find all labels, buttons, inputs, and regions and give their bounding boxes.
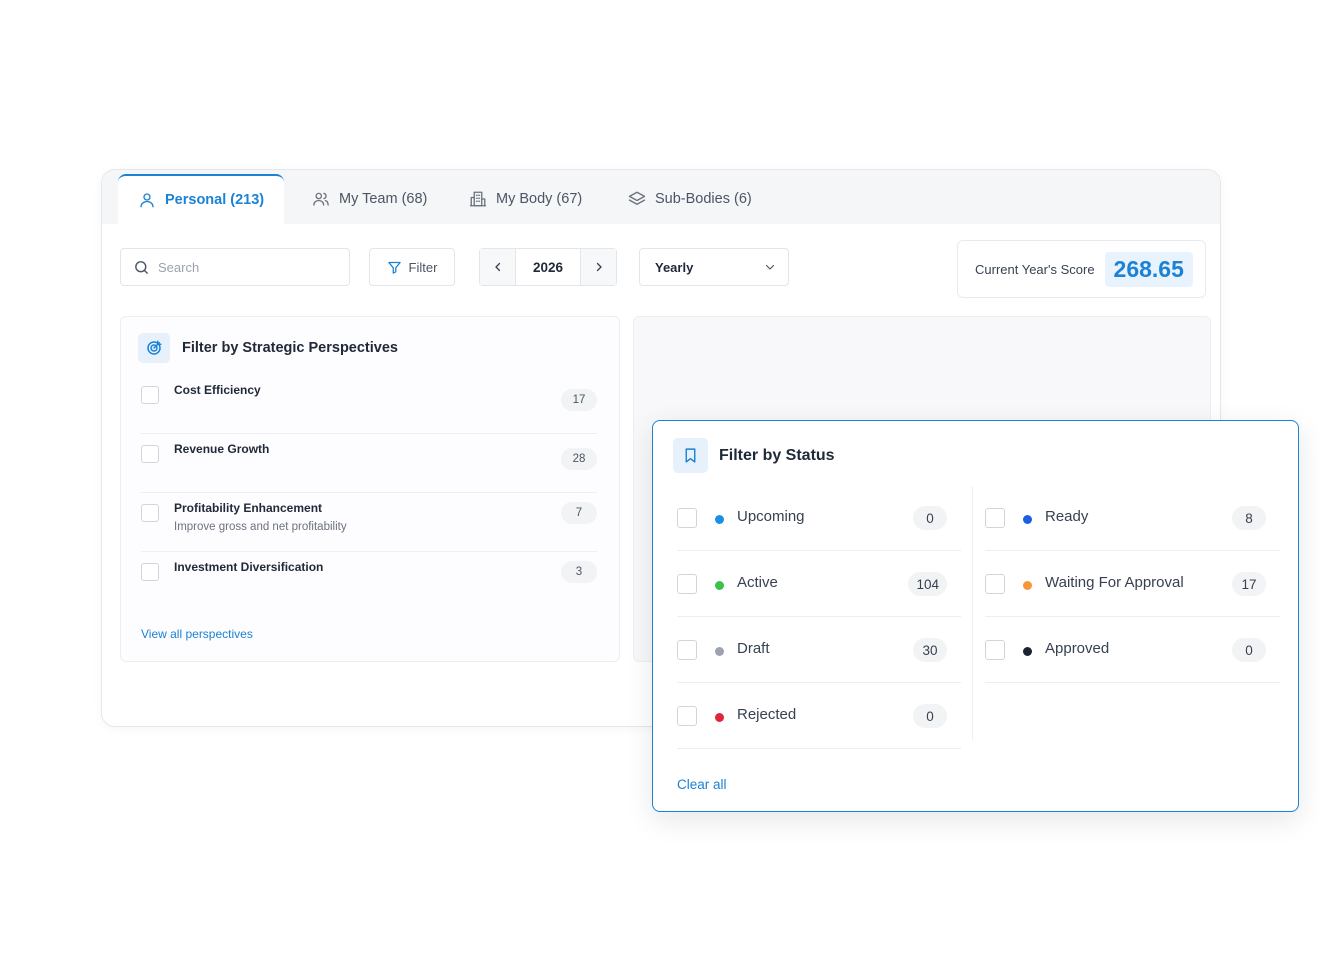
status-dot [715,713,724,722]
status-count: 104 [908,572,947,596]
status-count: 8 [1232,506,1266,530]
building-icon [469,191,487,207]
bookmark-icon [673,438,708,473]
perspective-count: 3 [561,561,597,583]
funnel-icon [387,261,401,274]
status-item-rejected[interactable]: Rejected 0 [677,683,961,749]
perspective-checkbox[interactable] [141,386,159,404]
target-icon [138,333,170,363]
users-icon [313,192,329,206]
tab-sub-bodies-label: Sub-Bodies (6) [655,191,752,207]
previous-year-button[interactable] [480,249,515,285]
tab-personal[interactable]: Personal (213) [118,174,285,224]
status-item-active[interactable]: Active 104 [677,551,961,617]
perspectives-title: Filter by Strategic Perspectives [182,340,398,356]
tab-sub-bodies[interactable]: Sub-Bodies (6) [628,174,752,224]
status-item-draft[interactable]: Draft 30 [677,617,961,683]
tab-personal-label: Personal (213) [165,192,265,208]
status-name: Ready [1045,508,1089,525]
perspectives-panel: Filter by Strategic Perspectives Cost Ef… [120,316,620,662]
status-count: 17 [1232,572,1266,596]
status-count: 30 [913,638,947,662]
status-checkbox[interactable] [985,508,1005,528]
user-icon [140,193,154,208]
status-dot [715,647,724,656]
status-name: Waiting For Approval [1045,574,1184,591]
perspective-count: 28 [561,448,597,470]
score-value: 268.65 [1104,251,1193,287]
period-select[interactable]: Yearly [639,248,789,286]
status-name: Upcoming [737,508,805,525]
search-box[interactable] [120,248,350,286]
status-dot [1023,581,1032,590]
column-divider [972,486,973,741]
tab-bar: Personal (213) My Team (68) My Body (67)… [102,170,1220,224]
perspective-count: 17 [561,389,597,411]
score-label: Current Year's Score [975,261,1095,277]
perspective-name: Cost Efficiency [174,383,261,397]
status-dot [1023,647,1032,656]
perspective-description: Improve gross and net profitability [174,521,347,533]
status-checkbox[interactable] [677,706,697,726]
status-item-approved[interactable]: Approved 0 [985,617,1280,683]
status-count: 0 [913,704,947,728]
layers-icon [628,191,646,205]
status-name: Rejected [737,706,797,723]
chevron-left-icon [494,262,500,272]
clear-all-link[interactable]: Clear all [677,777,727,792]
status-name: Approved [1045,640,1110,657]
perspective-checkbox[interactable] [141,445,159,463]
perspective-item[interactable]: Cost Efficiency 17 [141,375,597,434]
status-checkbox[interactable] [985,640,1005,660]
status-name: Draft [737,640,770,657]
status-checkbox[interactable] [677,640,697,660]
tab-my-body[interactable]: My Body (67) [469,174,582,224]
status-dot [715,515,724,524]
status-filter-panel: Filter by Status Upcoming 0 Active 104 D… [652,420,1299,812]
perspectives-header: Filter by Strategic Perspectives [138,333,398,363]
chevron-down-icon [765,264,775,270]
year-value: 2026 [515,249,581,285]
filter-button[interactable]: Filter [369,248,455,286]
score-box: Current Year's Score 268.65 [957,240,1206,298]
perspective-count: 7 [561,502,597,524]
perspective-name: Investment Diversification [174,560,324,574]
status-item-ready[interactable]: Ready 8 [985,485,1280,551]
perspective-item[interactable]: Investment Diversification 3 [141,552,597,611]
status-count: 0 [1232,638,1266,662]
status-name: Active [737,574,778,591]
status-checkbox[interactable] [677,508,697,528]
status-filter-title: Filter by Status [719,446,835,464]
filter-button-label: Filter [408,259,438,275]
perspective-name: Revenue Growth [174,442,270,456]
perspective-checkbox[interactable] [141,504,159,522]
year-navigator: 2026 [479,248,617,286]
status-item-waiting-for-approval[interactable]: Waiting For Approval 17 [985,551,1280,617]
search-input[interactable] [158,259,338,275]
next-year-button[interactable] [581,249,616,285]
view-all-perspectives-link[interactable]: View all perspectives [141,627,253,641]
search-icon [135,260,148,274]
status-dot [715,581,724,590]
perspective-item[interactable]: Revenue Growth 28 [141,434,597,493]
tab-my-body-label: My Body (67) [496,191,583,207]
chevron-right-icon [596,262,602,272]
status-item-upcoming[interactable]: Upcoming 0 [677,485,961,551]
status-checkbox[interactable] [985,574,1005,594]
tab-my-team[interactable]: My Team (68) [312,174,427,224]
status-filter-header: Filter by Status [673,438,835,473]
period-select-value: Yearly [655,259,694,275]
perspective-item[interactable]: Profitability Enhancement Improve gross … [141,493,597,552]
status-checkbox[interactable] [677,574,697,594]
tab-my-team-label: My Team (68) [339,191,428,207]
status-count: 0 [913,506,947,530]
status-dot [1023,515,1032,524]
perspective-name: Profitability Enhancement [174,501,323,515]
perspective-checkbox[interactable] [141,563,159,581]
